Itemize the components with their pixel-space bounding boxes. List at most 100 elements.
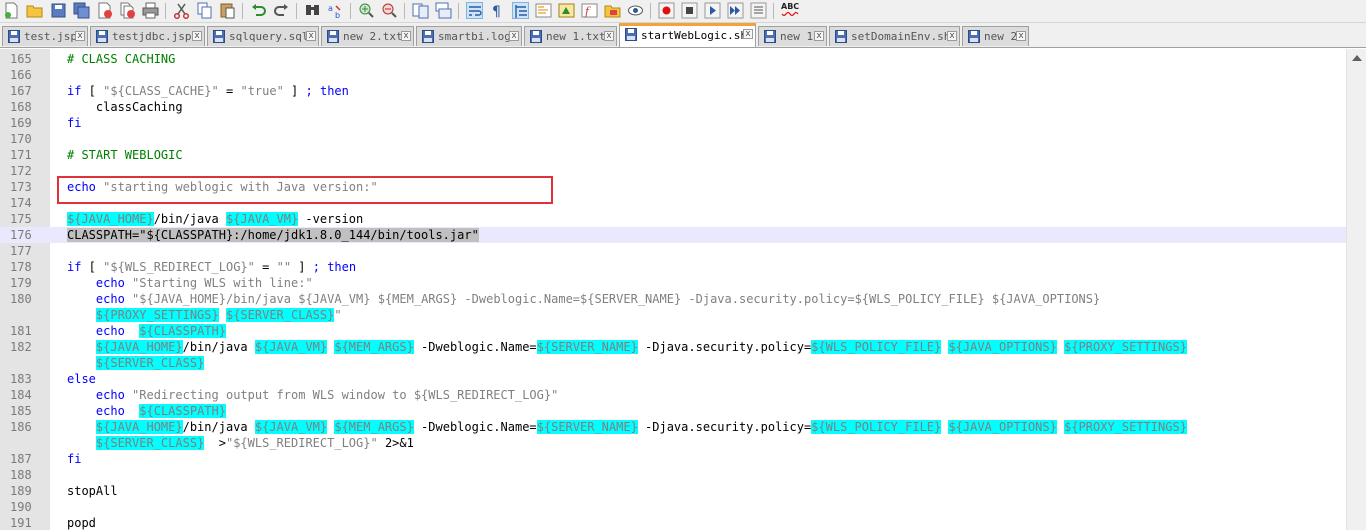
code-line[interactable]: 181 echo ${CLASSPATH} (0, 323, 1346, 339)
tab-testjdbc-jsp[interactable]: testjdbc.jsp x (90, 26, 205, 46)
sync-vertical-icon[interactable] (412, 2, 429, 19)
code-text: ${PROXY_SETTINGS} ${SERVER_CLASS}" (95, 308, 342, 322)
tab-close-icon[interactable]: x (306, 31, 316, 41)
tab-test-jsp[interactable]: test.jsp x (2, 26, 88, 46)
line-number: 186 (10, 420, 32, 434)
tab-smartbi-log[interactable]: smartbi.log x (416, 26, 522, 46)
code-line[interactable]: 170 (0, 131, 1346, 147)
code-line[interactable]: 167 if [ "${CLASS_CACHE}" = "true" ] ; th… (0, 83, 1346, 99)
document-map-icon[interactable] (558, 2, 575, 19)
code-text: ${JAVA_HOME}/bin/java ${JAVA_VM} ${MEM_A… (95, 340, 1187, 354)
cut-icon[interactable] (173, 2, 190, 19)
tab-sqlquery-sql[interactable]: sqlquery.sql x (207, 26, 319, 46)
print-icon[interactable] (142, 2, 159, 19)
code-line[interactable]: 184 echo "Redirecting output from WLS wi… (0, 387, 1346, 403)
tab-label: smartbi.log (438, 30, 511, 43)
code-line[interactable]: 186 ${JAVA_HOME}/bin/java ${JAVA_VM} ${M… (0, 419, 1346, 435)
code-text: echo ${CLASSPATH} (95, 404, 226, 418)
save-all-icon[interactable] (73, 2, 90, 19)
new-file-icon[interactable] (3, 2, 20, 19)
code-line[interactable]: 166 (0, 67, 1346, 83)
code-line[interactable]: 191 popd (0, 515, 1346, 530)
code-line[interactable]: ${PROXY_SETTINGS} ${SERVER_CLASS}" (0, 307, 1346, 323)
tab-new-1-txt[interactable]: new 1.txt x (524, 26, 617, 46)
line-number: 179 (10, 276, 32, 290)
code-text: ${JAVA_HOME}/bin/java ${JAVA_VM} ${MEM_A… (95, 420, 1187, 434)
spell-check-icon[interactable]: ABC (781, 2, 801, 19)
open-file-icon[interactable] (26, 2, 43, 19)
code-line[interactable]: ${SERVER_CLASS} (0, 355, 1346, 371)
code-line[interactable]: 180 echo "${JAVA_HOME}/bin/java ${JAVA_V… (0, 291, 1346, 307)
vertical-scrollbar[interactable] (1346, 49, 1366, 530)
code-line[interactable]: 177 (0, 243, 1346, 259)
code-line[interactable]: 182 ${JAVA_HOME}/bin/java ${JAVA_VM} ${M… (0, 339, 1346, 355)
run-macro-multiple-icon[interactable] (727, 2, 744, 19)
code-line[interactable]: ${SERVER_CLASS} >"${WLS_REDIRECT_LOG}" 2… (0, 435, 1346, 451)
line-number: 185 (10, 404, 32, 418)
paste-icon[interactable] (219, 2, 236, 19)
word-wrap-icon[interactable] (466, 2, 483, 19)
close-icon[interactable] (96, 2, 113, 19)
line-number: 183 (10, 372, 32, 386)
code-line[interactable]: 175 ${JAVA_HOME}/bin/java ${JAVA_VM} -ver… (0, 211, 1346, 227)
tab-close-icon[interactable]: x (509, 31, 519, 41)
find-icon[interactable] (304, 2, 321, 19)
tab-close-icon[interactable]: x (192, 31, 202, 41)
line-number: 176 (10, 228, 32, 242)
code-line[interactable]: 179 echo "Starting WLS with line:" (0, 275, 1346, 291)
user-defined-language-icon[interactable] (535, 2, 552, 19)
tab-label: new 1 (780, 30, 814, 43)
tab-startweblogic-sh[interactable]: startWebLogic.sh x (619, 23, 756, 47)
folder-as-workspace-icon[interactable] (604, 2, 621, 19)
code-line[interactable]: 171 # START WEBLOGIC (0, 147, 1346, 163)
code-line[interactable]: 189 stopAll (0, 483, 1346, 499)
save-macro-icon[interactable] (750, 2, 767, 19)
indent-guide-icon[interactable] (512, 2, 529, 19)
stop-recording-icon[interactable] (681, 2, 698, 19)
code-line[interactable]: 183 else (0, 371, 1346, 387)
tab-close-icon[interactable]: x (604, 31, 614, 41)
close-all-icon[interactable] (119, 2, 136, 19)
tab-close-icon[interactable]: x (814, 31, 824, 41)
code-line[interactable]: 187 fi (0, 451, 1346, 467)
tab-close-icon[interactable]: x (401, 31, 411, 41)
code-text: popd (67, 516, 96, 530)
code-line[interactable]: 165 # CLASS CACHING (0, 51, 1346, 67)
undo-icon[interactable] (250, 2, 267, 19)
tab-new-2-txt[interactable]: new 2.txt x (321, 26, 414, 46)
zoom-out-icon[interactable] (381, 2, 398, 19)
code-line[interactable]: 185 echo ${CLASSPATH} (0, 403, 1346, 419)
tab-new-1[interactable]: new 1x (758, 26, 827, 46)
code-line[interactable]: 190 (0, 499, 1346, 515)
tab-close-icon[interactable]: x (75, 31, 85, 41)
line-number: 187 (10, 452, 32, 466)
line-number: 169 (10, 116, 32, 130)
zoom-in-icon[interactable] (358, 2, 375, 19)
copy-icon[interactable] (196, 2, 213, 19)
tab-setdomainenv-sh[interactable]: setDomainEnv.sh x (829, 26, 960, 46)
tab-close-icon[interactable]: x (1016, 31, 1026, 41)
code-line[interactable]: 168 classCaching (0, 99, 1346, 115)
tab-close-icon[interactable]: x (743, 29, 753, 39)
code-line[interactable]: 178 if [ "${WLS_REDIRECT_LOG}" = "" ] ; t… (0, 259, 1346, 275)
code-text: else (67, 372, 96, 386)
code-line[interactable]: 176 CLASSPATH="${CLASSPATH}:/home/jdk1.8.… (0, 227, 1346, 243)
code-text: echo "Starting WLS with line:" (95, 276, 313, 290)
redo-icon[interactable] (273, 2, 290, 19)
replace-icon[interactable]: ab (327, 2, 344, 19)
code-text: CLASSPATH="${CLASSPATH}:/home/jdk1.8.0_1… (67, 228, 479, 242)
code-line[interactable]: 169 fi (0, 115, 1346, 131)
sync-horizontal-icon[interactable] (435, 2, 452, 19)
record-macro-icon[interactable] (658, 2, 675, 19)
save-icon[interactable] (50, 2, 67, 19)
tab-new-2[interactable]: new 2x (962, 26, 1029, 46)
monitoring-icon[interactable] (627, 2, 644, 19)
show-all-chars-icon[interactable]: ¶ (489, 2, 506, 19)
tab-close-icon[interactable]: x (947, 31, 957, 41)
code-text: ${SERVER_CLASS} (95, 356, 205, 370)
function-list-icon[interactable]: f (581, 2, 598, 19)
playback-macro-icon[interactable] (704, 2, 721, 19)
code-line[interactable]: 188 (0, 467, 1346, 483)
scroll-up-arrow-icon[interactable] (1352, 55, 1362, 61)
code-editor[interactable]: 165 # CLASS CACHING 166 167 if [ "${CLASS_CA… (0, 49, 1346, 530)
